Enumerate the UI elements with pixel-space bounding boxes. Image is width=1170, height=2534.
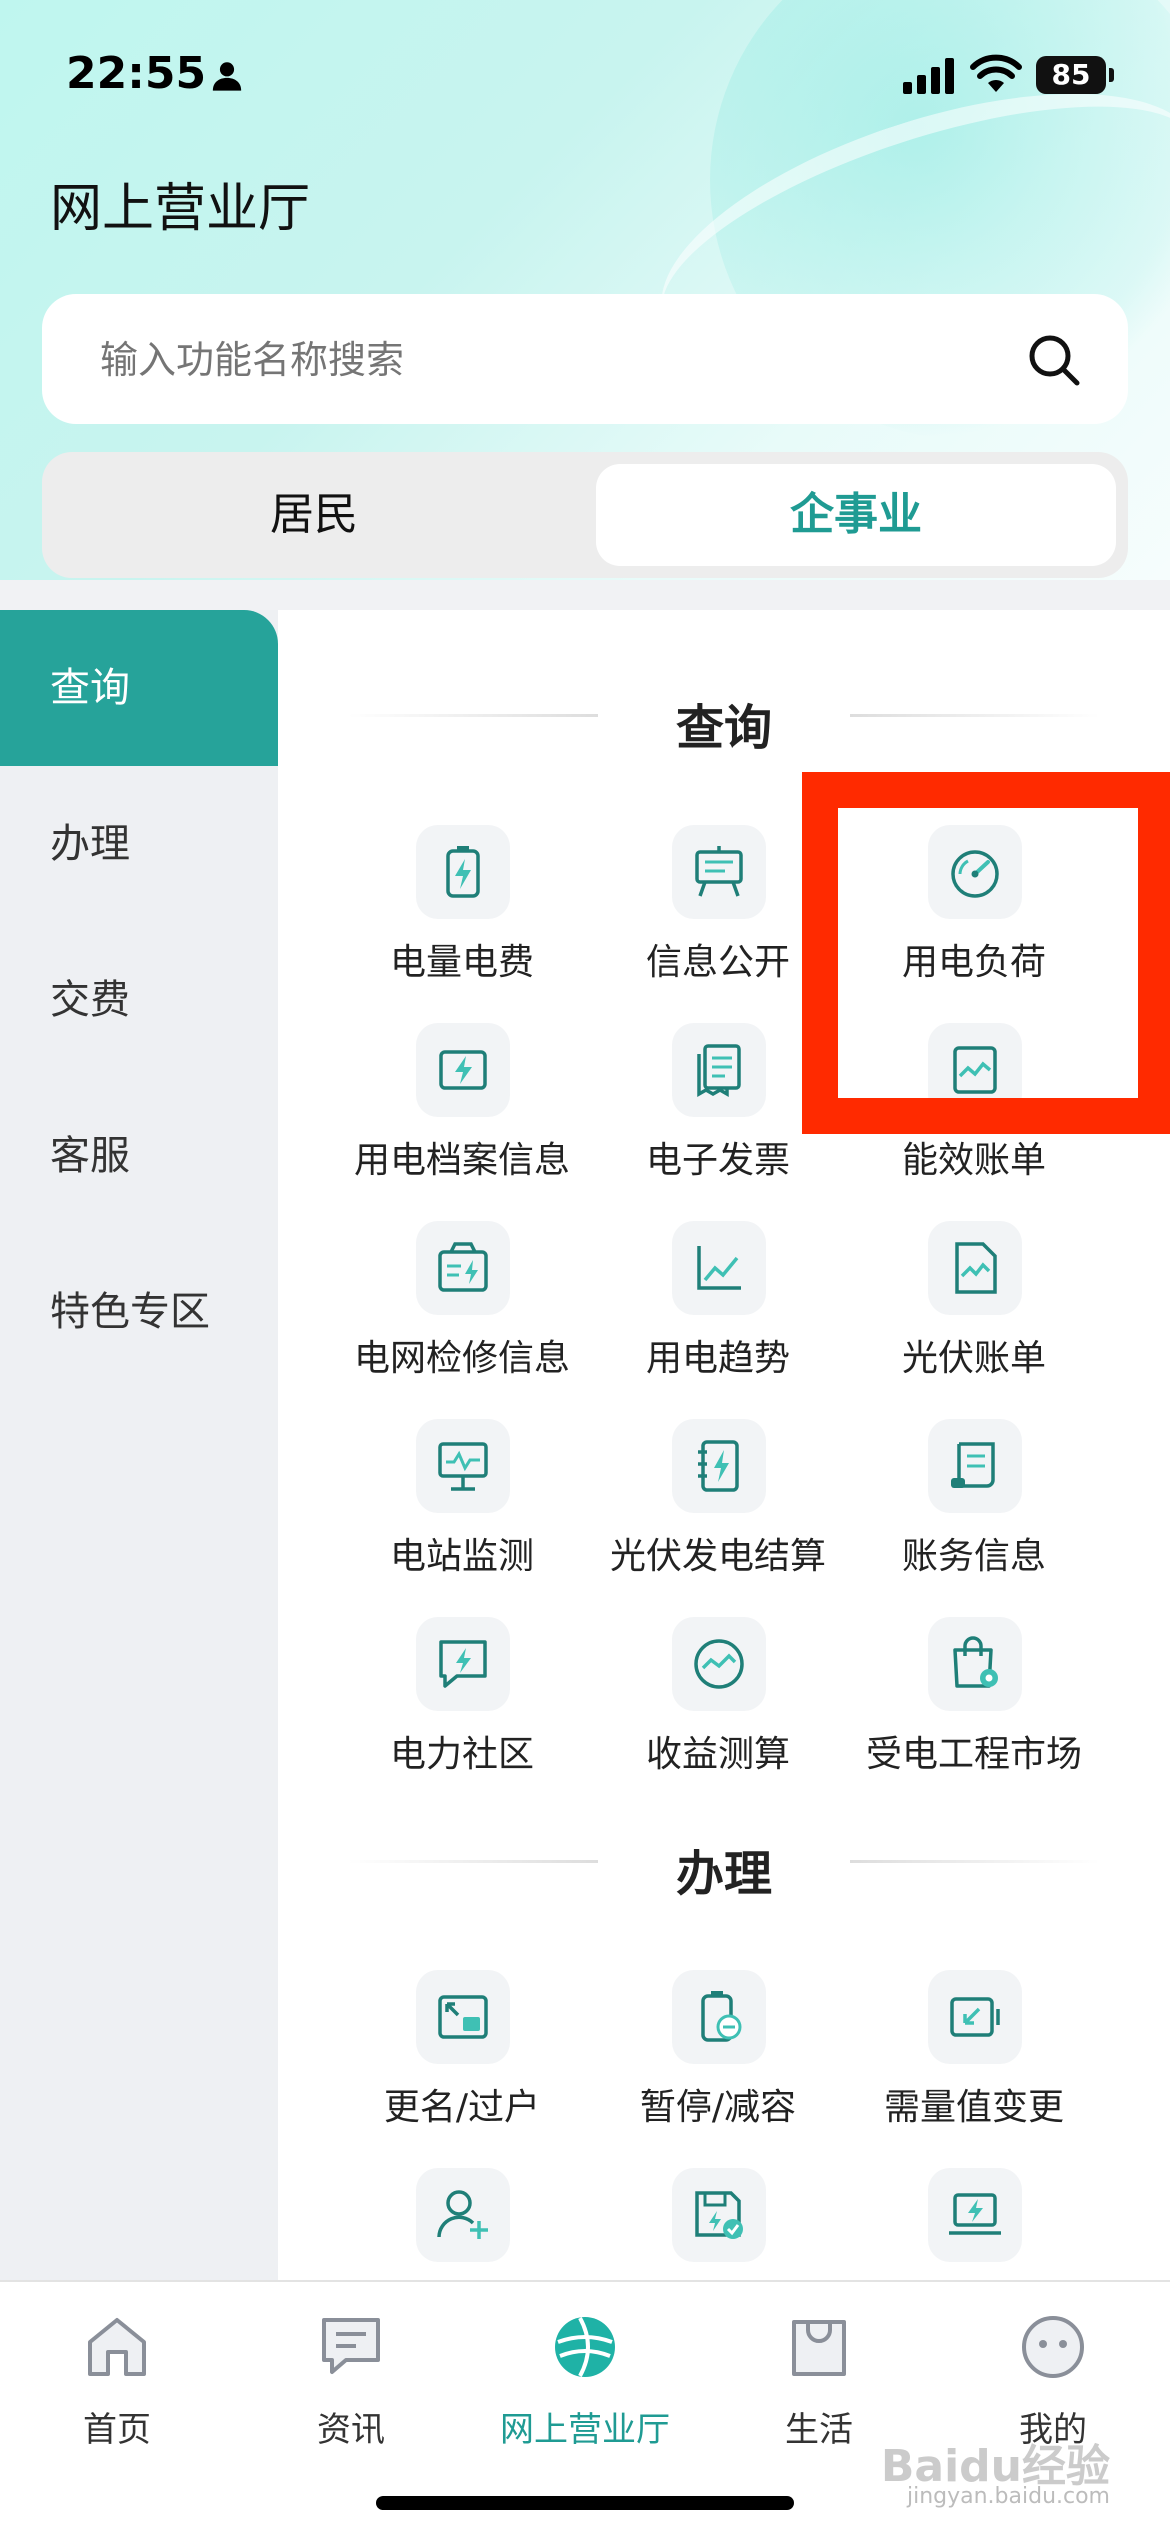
smiley-face-icon [1022, 2316, 1084, 2378]
tile-pv-bill[interactable]: 光伏账单 [846, 1221, 1102, 1401]
category-sidebar: 查询 办理 交费 客服 特色专区 [0, 610, 278, 2280]
sidebar-item-special[interactable]: 特色专区 [0, 1234, 278, 1390]
status-time: 22:55 [66, 48, 207, 99]
chat-bubble-icon [322, 2318, 380, 2374]
tile-electricity-fee[interactable]: 电量电费 [334, 825, 590, 1005]
tile-power-trend[interactable]: 用电趋势 [590, 1221, 846, 1401]
tile-disk-check[interactable] [590, 2168, 846, 2280]
shopping-bag-icon [792, 2320, 846, 2376]
segment-residential[interactable]: 居民 [54, 464, 574, 566]
tile-suspend-reduce[interactable]: 暂停/减容 [590, 1970, 846, 2150]
shopping-bag-gear-icon [928, 1617, 1022, 1711]
home-icon [88, 2318, 146, 2376]
sidebar-item-handle[interactable]: 办理 [0, 766, 278, 922]
tile-grid-maintenance[interactable]: 电网检修信息 [334, 1221, 590, 1401]
file-bolt-icon [416, 1023, 510, 1117]
laptop-bolt-icon [928, 2168, 1022, 2262]
tile-power-project-market[interactable]: 受电工程市场 [846, 1617, 1102, 1797]
cellular-signal-icon [903, 58, 954, 94]
sidebar-item-payment[interactable]: 交费 [0, 922, 278, 1078]
tile-power-record[interactable]: 用电档案信息 [334, 1023, 590, 1203]
divider-line [850, 714, 1100, 717]
wifi-icon [970, 54, 1022, 92]
search-bar[interactable] [42, 294, 1128, 426]
disk-check-icon [672, 2168, 766, 2262]
battery-bolt-icon [416, 825, 510, 919]
tile-earnings-calc[interactable]: 收益测算 [590, 1617, 846, 1797]
tile-power-community[interactable]: 电力社区 [334, 1617, 590, 1797]
demand-change-icon [928, 1970, 1022, 2064]
tile-account-info[interactable]: 账务信息 [846, 1419, 1102, 1599]
watermark-logo: Baidu经验 jingyan.baidu.com [880, 2441, 1110, 2509]
chat-bolt-icon [416, 1617, 510, 1711]
tile-add-user[interactable] [334, 2168, 590, 2280]
ledger-bolt-icon [672, 1419, 766, 1513]
battery-minus-icon [672, 1970, 766, 2064]
tile-laptop-bolt[interactable] [846, 2168, 1102, 2280]
tile-station-monitor[interactable]: 电站监测 [334, 1419, 590, 1599]
sidebar-item-service[interactable]: 客服 [0, 1078, 278, 1234]
monitor-screen-icon [416, 1419, 510, 1513]
home-indicator[interactable] [376, 2496, 794, 2510]
globe-icon [555, 2317, 615, 2377]
invoice-icon [672, 1023, 766, 1117]
add-person-icon [416, 2168, 510, 2262]
page-title: 网上营业厅 [50, 179, 311, 239]
highlight-box [802, 772, 1170, 1134]
status-bar: 22:55 85 [0, 40, 1170, 110]
transfer-card-icon [416, 1970, 510, 2064]
segment-enterprise[interactable]: 企事业 [596, 464, 1116, 566]
customer-type-segment: 居民 企事业 [42, 452, 1128, 578]
sidebar-item-query[interactable]: 查询 [0, 610, 278, 766]
section-title-query: 查询 [675, 700, 772, 756]
person-icon [212, 62, 242, 91]
tile-demand-change[interactable]: 需量值变更 [846, 1970, 1102, 2150]
maintenance-folder-icon [416, 1221, 510, 1315]
tile-rename-transfer[interactable]: 更名/过户 [334, 1970, 590, 2150]
tab-online-hall[interactable]: 网上营业厅 [468, 2304, 702, 2464]
tab-home[interactable]: 首页 [0, 2304, 234, 2464]
earnings-gauge-icon [672, 1617, 766, 1711]
trend-chart-icon [672, 1221, 766, 1315]
search-icon[interactable] [1026, 332, 1082, 388]
battery-indicator: 85 [1036, 56, 1114, 94]
tile-pv-settlement[interactable]: 光伏发电结算 [590, 1419, 846, 1599]
tab-news[interactable]: 资讯 [234, 2304, 468, 2464]
pv-bill-icon [928, 1221, 1022, 1315]
divider-line [850, 1860, 1100, 1863]
scroll-document-icon [928, 1419, 1022, 1513]
easel-board-icon [672, 825, 766, 919]
search-input[interactable] [98, 294, 1002, 426]
section-title-handle: 办理 [675, 1846, 772, 1902]
